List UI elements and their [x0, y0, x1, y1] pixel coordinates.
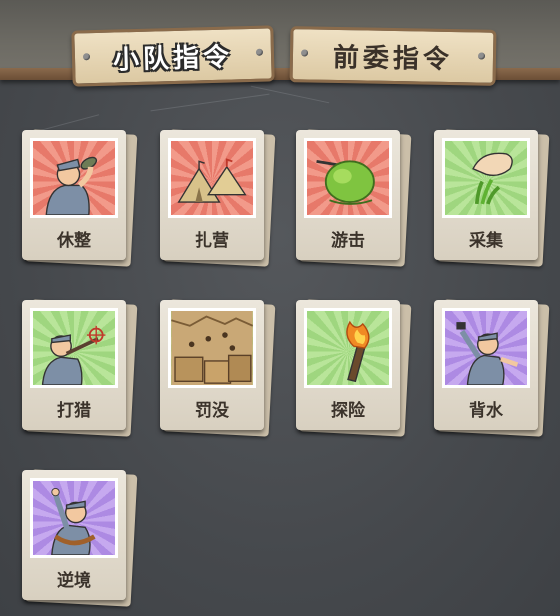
soldier-aiming-icon	[30, 308, 118, 388]
soldier-drinking-icon	[30, 138, 118, 218]
command-card-hunt[interactable]: 打猎	[22, 299, 138, 437]
command-label: 罚没	[195, 401, 229, 421]
nail-icon	[300, 49, 309, 57]
command-card-guerrilla[interactable]: 游击	[296, 129, 412, 267]
command-label: 背水	[469, 401, 503, 421]
command-card-gather[interactable]: 采集	[434, 129, 550, 267]
bush-rifle-icon	[304, 138, 392, 218]
torch-icon	[304, 308, 392, 388]
command-card-confiscate[interactable]: 罚没	[160, 299, 276, 437]
tab-squad-commands[interactable]: 小队指令	[71, 25, 275, 87]
tab-front-committee-commands[interactable]: 前委指令	[289, 26, 497, 86]
command-label: 打猎	[57, 401, 91, 421]
command-label: 游击	[331, 231, 365, 251]
command-card-rest[interactable]: 休整	[22, 129, 138, 267]
command-label: 探险	[331, 401, 365, 421]
command-label: 逆境	[57, 571, 91, 591]
command-label: 采集	[469, 231, 503, 251]
soldier-pistol-icon	[442, 308, 530, 388]
command-label: 休整	[57, 231, 91, 251]
crates-icon	[168, 308, 256, 388]
hand-picking-grass-icon	[442, 138, 530, 218]
command-card-last-stand[interactable]: 背水	[434, 299, 550, 437]
command-card-adversity[interactable]: 逆境	[22, 469, 138, 607]
nail-icon	[255, 48, 264, 56]
command-card-explore[interactable]: 探险	[296, 299, 412, 437]
soldier-cheering-icon	[30, 478, 118, 558]
command-card-camp[interactable]: 扎营	[160, 129, 276, 267]
tents-icon	[168, 138, 256, 218]
command-label: 扎营	[195, 231, 229, 251]
nail-icon	[477, 52, 486, 60]
nail-icon	[82, 53, 91, 61]
